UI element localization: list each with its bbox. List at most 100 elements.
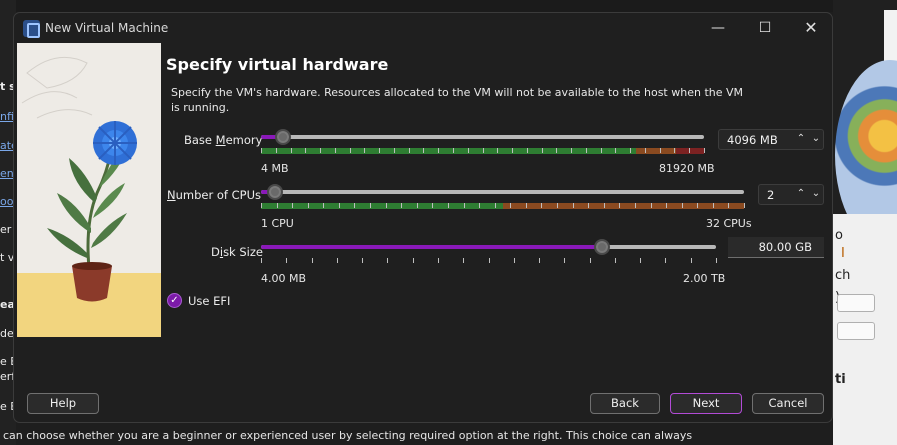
use-efi-label[interactable]: Use EFI — [188, 294, 230, 308]
tick-mark — [261, 203, 262, 208]
tick-mark — [691, 258, 692, 263]
tick-mark — [588, 203, 589, 208]
title-bar[interactable]: New Virtual Machine — ☐ ✕ — [14, 13, 832, 43]
cpu-max-label: 32 CPUs — [706, 217, 752, 230]
tick-mark — [286, 258, 287, 263]
tick-mark — [448, 203, 449, 208]
tick-mark — [453, 148, 454, 153]
tick-mark — [387, 258, 388, 263]
tick-mark — [291, 148, 292, 153]
tick-mark — [261, 258, 262, 263]
virtualbox-app-icon — [23, 20, 40, 38]
tick-mark — [379, 148, 380, 153]
decrement-icon[interactable]: ⌄ — [810, 188, 822, 199]
tick-mark — [651, 203, 652, 208]
increment-icon[interactable]: ⌃ — [795, 188, 807, 199]
tick-mark — [413, 258, 414, 263]
close-button[interactable]: ✕ — [788, 13, 832, 43]
tick-mark — [432, 203, 433, 208]
bg-fragment: I — [841, 246, 845, 261]
tick-mark — [713, 203, 714, 208]
dialog-footer: Help Back Next Cancel — [14, 383, 832, 422]
tick-mark — [674, 148, 675, 153]
tick-mark — [586, 148, 587, 153]
tick-mark — [619, 203, 620, 208]
help-button[interactable]: Help — [27, 393, 99, 414]
tick-mark — [423, 148, 424, 153]
cpu-tick-marks — [261, 203, 745, 209]
new-vm-dialog: New Virtual Machine — ☐ ✕ Specify virtua… — [13, 12, 833, 423]
tick-mark — [308, 203, 309, 208]
tick-mark — [370, 203, 371, 208]
tick-mark — [261, 148, 262, 153]
bg-input — [837, 294, 875, 312]
disk-max-label: 2.00 TB — [683, 272, 726, 285]
flower-pot-illustration — [17, 43, 161, 337]
bg-input — [837, 322, 875, 340]
tick-mark — [660, 148, 661, 153]
disk-size-input[interactable]: 80.00 GB — [728, 237, 824, 258]
page-description: Specify the VM's hardware. Resources all… — [171, 86, 744, 114]
tick-mark — [744, 203, 745, 208]
disk-size-slider[interactable] — [261, 245, 716, 249]
tick-mark — [635, 203, 636, 208]
disk-size-label: Disk Size — [211, 245, 263, 259]
tick-mark — [394, 148, 395, 153]
wizard-illustration — [17, 43, 161, 337]
memory-tick-marks — [261, 148, 705, 154]
tick-mark — [463, 258, 464, 263]
tick-mark — [573, 203, 574, 208]
base-memory-slider[interactable] — [261, 135, 704, 139]
increment-icon[interactable]: ⌃ — [795, 133, 807, 144]
bg-fragment: ch — [835, 268, 851, 283]
tick-mark — [526, 203, 527, 208]
page-heading: Specify virtual hardware — [166, 55, 389, 74]
tick-mark — [483, 148, 484, 153]
tick-mark — [409, 148, 410, 153]
tick-mark — [630, 148, 631, 153]
cancel-button[interactable]: Cancel — [752, 393, 824, 414]
disk-tick-marks — [261, 258, 717, 264]
memory-max-label: 81920 MB — [659, 162, 715, 175]
tick-mark — [362, 258, 363, 263]
tick-mark — [497, 148, 498, 153]
tick-mark — [468, 148, 469, 153]
bg-fragment: en — [0, 167, 14, 180]
disk-min-label: 4.00 MB — [261, 272, 307, 285]
tick-mark — [464, 203, 465, 208]
memory-min-label: 4 MB — [261, 162, 289, 175]
tick-mark — [665, 258, 666, 263]
minimize-button[interactable]: — — [695, 13, 741, 43]
use-efi-checkbox[interactable]: ✓ — [167, 293, 182, 308]
tick-mark — [542, 148, 543, 153]
window-title: New Virtual Machine — [45, 21, 169, 35]
tick-mark — [479, 203, 480, 208]
disk-size-slider-handle[interactable] — [594, 239, 611, 255]
tick-mark — [604, 203, 605, 208]
base-memory-slider-handle[interactable] — [275, 129, 292, 145]
base-memory-label: Base Memory — [184, 133, 263, 147]
base-memory-spinbox[interactable]: 4096 MB ⌃ ⌄ — [718, 129, 824, 150]
tick-mark — [350, 148, 351, 153]
tick-mark — [337, 258, 338, 263]
back-button[interactable]: Back — [590, 393, 660, 414]
tick-mark — [323, 203, 324, 208]
cpu-count-spinbox[interactable]: 2 ⌃ ⌄ — [758, 184, 824, 205]
tick-mark — [335, 148, 336, 153]
bg-status-text: can choose whether you are a beginner or… — [3, 429, 693, 442]
cpu-count-slider-handle[interactable] — [267, 184, 284, 200]
tick-mark — [354, 203, 355, 208]
tick-mark — [339, 203, 340, 208]
tick-mark — [541, 203, 542, 208]
maximize-button[interactable]: ☐ — [742, 13, 788, 43]
tick-mark — [276, 148, 277, 153]
tick-mark — [615, 258, 616, 263]
background-right-panel: o I ch ). ti — [833, 0, 897, 445]
cpu-count-slider[interactable] — [261, 190, 744, 194]
tick-mark — [277, 203, 278, 208]
tick-mark — [601, 148, 602, 153]
decrement-icon[interactable]: ⌄ — [810, 133, 822, 144]
tick-mark — [615, 148, 616, 153]
tick-mark — [292, 203, 293, 208]
next-button[interactable]: Next — [670, 393, 742, 414]
